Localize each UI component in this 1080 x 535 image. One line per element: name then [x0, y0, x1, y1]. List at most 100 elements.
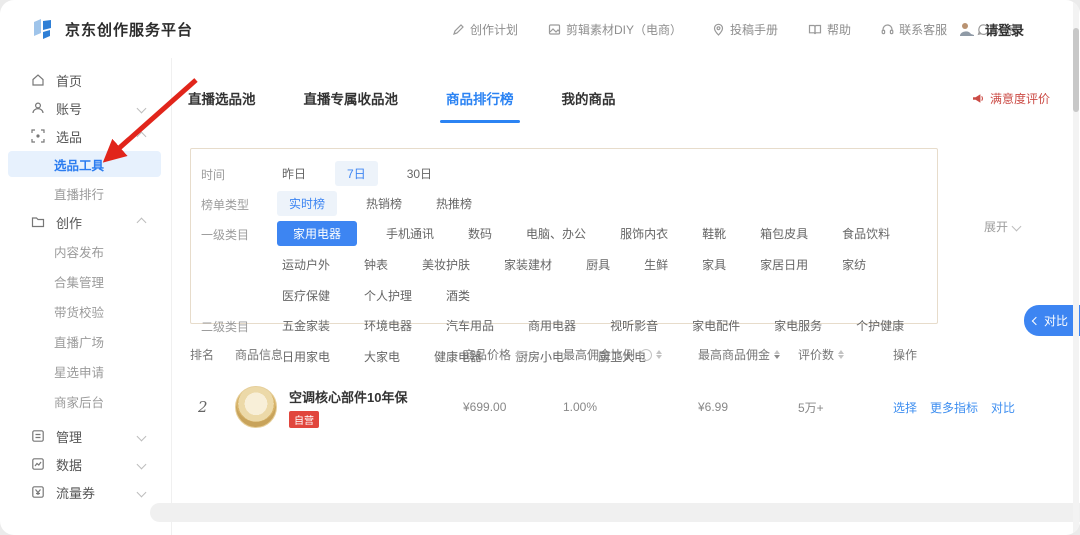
tab-my-products[interactable]: 我的商品	[562, 88, 616, 123]
commission-value: ¥6.99	[698, 400, 798, 414]
chevron-down-icon	[137, 103, 147, 113]
category-chip[interactable]: 医疗保健	[277, 283, 335, 308]
col-max-commission-rate[interactable]: 最高佣金比例	[563, 346, 698, 363]
image-icon	[548, 23, 561, 36]
category-chip[interactable]: 厨具	[581, 252, 615, 277]
chevron-up-icon	[137, 131, 147, 141]
tab-live-exclusive-pool[interactable]: 直播专属收品池	[304, 88, 399, 123]
col-price[interactable]: 商品价格	[463, 346, 563, 363]
category-chip[interactable]: 箱包皮具	[755, 221, 813, 246]
app-window: 京东创作服务平台 创作计划 剪辑素材DIY（电商）	[0, 0, 1080, 535]
sidebar-item-xingxuan-apply[interactable]: 星选申请	[0, 356, 171, 386]
sidebar-item-account[interactable]: 账号	[0, 94, 171, 122]
compare-link[interactable]: 对比	[991, 399, 1015, 416]
sidebar-item-traffic-coupon[interactable]: 流量券	[0, 478, 171, 506]
chevron-down-icon	[137, 487, 147, 497]
satisfaction-survey-link[interactable]: 满意度评价	[972, 90, 1050, 107]
category-chip[interactable]: 运动户外	[277, 252, 335, 277]
nav-handbook[interactable]: 投稿手册	[712, 21, 778, 38]
category-chip[interactable]: 食品饮料	[837, 221, 895, 246]
login-button[interactable]: 请登录	[957, 0, 1024, 58]
category-chip[interactable]: 鞋靴	[697, 221, 731, 246]
sidebar-item-manage[interactable]: 管理	[0, 422, 171, 450]
subcategory-chip[interactable]: 视听影音	[605, 313, 663, 338]
table-row: 2 空调核心部件10年保 自营 ¥699.00 1.00% ¥6.99 5万+ …	[190, 374, 1024, 440]
vertical-scrollbar-thumb[interactable]	[1073, 28, 1079, 112]
time-option-7d[interactable]: 7日	[335, 161, 378, 186]
home-icon	[30, 73, 46, 87]
rank-type-realtime[interactable]: 实时榜	[277, 191, 337, 216]
sidebar-item-live-square[interactable]: 直播广场	[0, 326, 171, 356]
sort-icon[interactable]	[838, 350, 844, 360]
chevron-down-icon	[137, 459, 147, 469]
filter-label-level2: 二级类目	[201, 313, 277, 335]
top-header: 京东创作服务平台 创作计划 剪辑素材DIY（电商）	[0, 0, 1080, 58]
time-option-30d[interactable]: 30日	[402, 161, 437, 186]
sidebar-item-merchant-console[interactable]: 商家后台	[0, 386, 171, 416]
time-option-yesterday[interactable]: 昨日	[277, 161, 311, 186]
sidebar-item-creation[interactable]: 创作	[0, 208, 171, 236]
product-image[interactable]	[235, 386, 277, 428]
category-chip[interactable]: 个人护理	[359, 283, 417, 308]
rank-type-hot-sale[interactable]: 热销榜	[361, 191, 407, 216]
category-chip[interactable]: 数码	[463, 221, 497, 246]
sidebar-item-home[interactable]: 首页	[0, 66, 171, 94]
col-max-commission[interactable]: 最高商品佣金	[698, 346, 798, 363]
nav-material-diy[interactable]: 剪辑素材DIY（电商）	[548, 21, 682, 38]
sidebar-item-selection[interactable]: 选品	[0, 122, 171, 150]
category-chip[interactable]: 家居日用	[755, 252, 813, 277]
tab-product-ranking[interactable]: 商品排行榜	[446, 88, 514, 123]
nav-help[interactable]: 帮助	[808, 21, 851, 38]
sidebar-item-selection-tool[interactable]: 选品工具	[8, 151, 161, 177]
row-actions: 选择 更多指标 对比	[893, 399, 1024, 416]
commission-rate-value: 1.00%	[563, 400, 698, 414]
platform-logo[interactable]: 京东创作服务平台	[30, 16, 193, 42]
info-icon[interactable]	[640, 349, 652, 361]
sidebar-item-live-rank[interactable]: 直播排行	[0, 178, 171, 208]
nav-contact-support[interactable]: 联系客服	[881, 21, 947, 38]
category-chip[interactable]: 服饰内衣	[615, 221, 673, 246]
sort-icon[interactable]	[774, 350, 780, 360]
select-link[interactable]: 选择	[893, 399, 917, 416]
book-icon	[808, 23, 822, 36]
pencil-icon	[452, 23, 465, 36]
category-chip[interactable]: 家用电器	[277, 221, 357, 246]
subcategory-chip[interactable]: 五金家装	[277, 313, 335, 338]
category-chip[interactable]: 手机通讯	[381, 221, 439, 246]
subcategory-chip[interactable]: 环境电器	[359, 313, 417, 338]
price-value: ¥699.00	[463, 400, 563, 414]
col-actions: 操作	[893, 346, 1024, 363]
subcategory-chip[interactable]: 家电服务	[769, 313, 827, 338]
category-chip[interactable]: 家具	[697, 252, 731, 277]
subcategory-chip[interactable]: 个护健康	[851, 313, 909, 338]
more-metrics-link[interactable]: 更多指标	[930, 399, 978, 416]
filter-row-rank-type: 榜单类型 实时榜 热销榜 热推榜	[201, 191, 937, 216]
sidebar-item-collection-manage[interactable]: 合集管理	[0, 266, 171, 296]
sidebar-item-content-publish[interactable]: 内容发布	[0, 236, 171, 266]
col-rank: 排名	[190, 346, 235, 363]
category-chip[interactable]: 家纺	[837, 252, 871, 277]
subcategory-chip[interactable]: 家电配件	[687, 313, 745, 338]
category-chip[interactable]: 电脑、办公	[521, 221, 591, 246]
subcategory-chip[interactable]: 商用电器	[523, 313, 581, 338]
sort-icon[interactable]	[515, 350, 521, 360]
expand-categories-link[interactable]: 展开	[984, 218, 1020, 235]
col-review-count[interactable]: 评价数	[798, 346, 893, 363]
table-header: 排名 商品信息 商品价格 最高佣金比例 最高商品佣金 评价数 操作	[190, 346, 1024, 363]
category-chip[interactable]: 酒类	[441, 283, 475, 308]
rank-type-hot-push[interactable]: 热推榜	[431, 191, 477, 216]
product-name[interactable]: 空调核心部件10年保	[289, 387, 407, 406]
sort-icon[interactable]	[656, 350, 662, 360]
category-chip[interactable]: 美妆护肤	[417, 252, 475, 277]
login-label: 请登录	[985, 20, 1024, 39]
category-chip[interactable]: 钟表	[359, 252, 393, 277]
tab-live-pool[interactable]: 直播选品池	[188, 88, 256, 123]
compare-drawer-tab[interactable]: 对比	[1024, 305, 1080, 336]
nav-create-plan[interactable]: 创作计划	[452, 21, 518, 38]
sidebar-item-daihuo-check[interactable]: 带货校验	[0, 296, 171, 326]
subcategory-chip[interactable]: 汽车用品	[441, 313, 499, 338]
category-chip[interactable]: 生鲜	[639, 252, 673, 277]
category-chip[interactable]: 家装建材	[499, 252, 557, 277]
target-scan-icon	[30, 129, 46, 143]
sidebar-item-data[interactable]: 数据	[0, 450, 171, 478]
